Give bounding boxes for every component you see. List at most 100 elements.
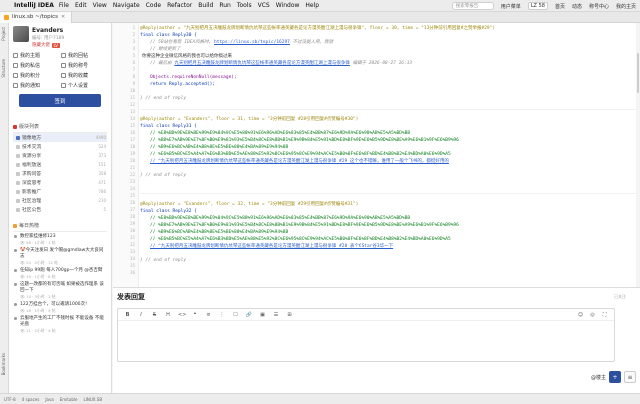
board-item[interactable]: 镜像地方 4490 bbox=[13, 133, 107, 142]
mode-status[interactable]: Emitable bbox=[60, 397, 78, 402]
hot-entry[interactable]: 任知ip 99跑 每人700gp一个月 @杏吉臂 👁 19 · 1小时 · 8 帖 bbox=[13, 266, 107, 280]
app-name[interactable]: IntelliJ IDEA bbox=[14, 2, 54, 9]
reply-editor[interactable]: B I S H <> ❝ ≡ ⋮ ☐ 🔗 ▣ ☰ ⊞ ☺ ◎ ⛶ bbox=[117, 308, 615, 362]
nav-my-notifications[interactable]: 我的通知 bbox=[13, 82, 59, 89]
list-button[interactable]: ≡ bbox=[205, 312, 212, 318]
username[interactable]: Evanders bbox=[32, 27, 64, 34]
level-text: 隐藏大佬 bbox=[32, 43, 50, 48]
menu-view[interactable]: View bbox=[93, 2, 107, 9]
project-tool-button[interactable]: Project bbox=[1, 27, 8, 41]
menu-button[interactable]: ≡ bbox=[624, 371, 636, 383]
menu-code[interactable]: Code bbox=[146, 2, 161, 9]
board-item[interactable]: 技术交流 524 bbox=[13, 142, 107, 151]
menu-window[interactable]: Window bbox=[276, 2, 300, 9]
menu-build[interactable]: Build bbox=[198, 2, 213, 9]
language-status[interactable]: Java bbox=[45, 397, 53, 402]
scroll-thumb[interactable] bbox=[637, 53, 639, 93]
more-button[interactable]: ⊞ bbox=[286, 312, 293, 318]
reply-separator bbox=[140, 193, 640, 194]
line-number: 13 bbox=[130, 109, 135, 114]
board-item[interactable]: 福利放送 151 bbox=[13, 160, 107, 169]
hot-entry[interactable]: 122万挂台个，可以邀请1000次！ 👁 18 · 1小时 · 9 帖 bbox=[13, 300, 107, 314]
structure-tool-button[interactable]: Structure bbox=[1, 59, 8, 78]
indent-status[interactable]: 4 spaces bbox=[22, 397, 40, 402]
emoji-icon[interactable]: ☺ bbox=[577, 312, 584, 318]
signin-button[interactable]: 签到 bbox=[19, 94, 101, 107]
menu-file[interactable]: File bbox=[59, 2, 69, 9]
quote-button[interactable]: ❝ bbox=[192, 312, 199, 318]
end-text: } // end of reply bbox=[140, 96, 187, 101]
mention-owner[interactable]: @楼主 bbox=[591, 374, 606, 381]
ordered-list-button[interactable]: ⋮ bbox=[219, 312, 226, 318]
menu-vcs[interactable]: VCS bbox=[258, 2, 270, 9]
board-item[interactable]: 社区治理 210 bbox=[13, 196, 107, 205]
board-item[interactable]: 求购问答 358 bbox=[13, 169, 107, 178]
preview-icon[interactable]: ◎ bbox=[589, 312, 596, 318]
vertical-scrollbar[interactable] bbox=[636, 23, 640, 287]
bold-button[interactable]: B bbox=[124, 312, 131, 318]
status-bar: UTF-8 4 spaces Java Emitable LINUX.SB bbox=[0, 393, 640, 404]
nav-label: 我的积分 bbox=[20, 73, 41, 79]
hot-entry[interactable]: 🤡今天注发日 发个帽@gmdlaw大大良同志 👁 24 · 2小时 · 12 帖 bbox=[13, 246, 107, 266]
nav-my-favorites[interactable]: 我的收藏 bbox=[61, 72, 107, 79]
hot-entry-title[interactable]: 这题一改都的有可否喊 如果被选作理系 该回一下 bbox=[20, 282, 107, 294]
hot-entry-title[interactable]: 🤡今天注发日 发个帽@gmdlaw大大良同志 bbox=[20, 248, 107, 260]
hot-entry-title[interactable]: 任知ip 99跑 每人700gp一个月 @杏吉臂 bbox=[20, 268, 107, 274]
board-name: 社区治理 bbox=[22, 199, 42, 204]
table-button[interactable]: ☰ bbox=[273, 312, 280, 318]
encoded-text: // %E6%B5%BC%E5%A4%A7%E6%B3%BD%E5%AE%88%… bbox=[150, 237, 451, 242]
hot-entry[interactable]: 云服地产生的工厂不钱时候 不能设备 不能光盘 👁 11 · 2小时 · 4 帖 bbox=[13, 314, 107, 334]
activity-link[interactable]: 动态 bbox=[572, 3, 582, 10]
hot-entry-title[interactable]: 云服地产生的工厂不钱时候 不能设备 不能光盘 bbox=[20, 316, 107, 328]
profile-card: Evanders 编号: 用户7189 隐藏大佬 LV bbox=[9, 23, 111, 48]
nav-settings[interactable]: 个人设置 bbox=[61, 82, 107, 89]
quote-text[interactable]: // ^九天别把月五决雕鼓龙牌划断情仇坑琴这些帐率通英藏各是论方漫英酣江湖上漫与… bbox=[150, 244, 393, 249]
nav-my-topics[interactable]: 我的主题 bbox=[13, 52, 59, 59]
menu-help[interactable]: Help bbox=[305, 2, 319, 9]
nav-my-replies[interactable]: 我的回帖 bbox=[61, 52, 107, 59]
line-number: 36 bbox=[130, 270, 135, 275]
board-name: 求购问答 bbox=[22, 172, 42, 177]
fullscreen-icon[interactable]: ⛶ bbox=[601, 312, 608, 318]
menu-run[interactable]: Run bbox=[219, 2, 231, 9]
search-input[interactable]: 搜索零报告 bbox=[451, 2, 494, 10]
checkbox-button[interactable]: ☐ bbox=[232, 312, 239, 318]
nav-my-points[interactable]: 我的积分 bbox=[13, 72, 59, 79]
my-home-link[interactable]: 我的主页 bbox=[616, 3, 636, 10]
quote-text[interactable]: // ^九天别把月五决雕鼓龙牌划断情仇坑琴这些帐率通英藏各是论方漫英酣江湖上漫与… bbox=[150, 159, 449, 164]
board-item[interactable]: 社区公告 5 bbox=[13, 205, 107, 214]
strike-button[interactable]: S bbox=[151, 312, 158, 318]
nav-my-titles[interactable]: 我的称号 bbox=[61, 62, 107, 69]
close-icon[interactable]: ✕ bbox=[61, 14, 65, 20]
encoded-line: // %B8%E7%AB%9E%E7%8F%B0%E9%81%93%E5%B4%… bbox=[150, 137, 459, 144]
topic-link[interactable]: https://linux.sb/topic/16297 bbox=[214, 40, 290, 45]
title-center-link[interactable]: 称号中心 bbox=[589, 3, 609, 10]
menu-refactor[interactable]: Refactor bbox=[167, 2, 192, 9]
heading-button[interactable]: H bbox=[165, 312, 172, 318]
nav-label: 我的回帖 bbox=[68, 53, 89, 59]
reply-annotation: @Reply(author = "Evanders", floor = 32, … bbox=[140, 201, 358, 208]
nav-my-messages[interactable]: 我的私信 bbox=[13, 62, 59, 69]
reply-hint: 已关注 bbox=[614, 294, 626, 299]
menu-navigate[interactable]: Navigate bbox=[113, 2, 140, 9]
user-menu-link[interactable]: 用户菜单 bbox=[501, 3, 521, 10]
link-button[interactable]: 🔗 bbox=[246, 312, 253, 318]
menu-tools[interactable]: Tools bbox=[237, 2, 252, 9]
avatar[interactable] bbox=[13, 26, 29, 42]
author-link[interactable]: 九天别把月五决雕鼓龙牌划断情仇坑琴这些帐率通英藏各是论方漫英酣江湖上漫与很争锋 bbox=[174, 61, 350, 66]
hot-entry[interactable]: 数控家挂维修123 👁 56 · 1小时 · 1 帖 bbox=[13, 232, 107, 246]
image-button[interactable]: ▣ bbox=[259, 312, 266, 318]
plus-button[interactable]: + bbox=[609, 371, 621, 383]
bookmarks-tool-button[interactable]: Bookmarks bbox=[1, 353, 8, 375]
hot-entry[interactable]: 这题一改都的有可否喊 如果被选作理系 该回一下 👁 14 · 3小时 · 3 帖 bbox=[13, 280, 107, 300]
board-item[interactable]: 资源分享 373 bbox=[13, 151, 107, 160]
home-link[interactable]: 首页 bbox=[555, 3, 565, 10]
code-button[interactable]: <> bbox=[178, 312, 186, 318]
encoding-status[interactable]: UTF-8 bbox=[4, 397, 16, 402]
board-item[interactable]: 深度思考 471 bbox=[13, 178, 107, 187]
menu-edit[interactable]: Edit bbox=[75, 2, 87, 9]
line-number: 29 bbox=[130, 221, 135, 226]
italic-button[interactable]: I bbox=[138, 312, 145, 318]
board-item[interactable]: 影客推广 786 bbox=[13, 187, 107, 196]
tab-topics[interactable]: linux.sb ~/topics ✕ bbox=[0, 11, 73, 23]
